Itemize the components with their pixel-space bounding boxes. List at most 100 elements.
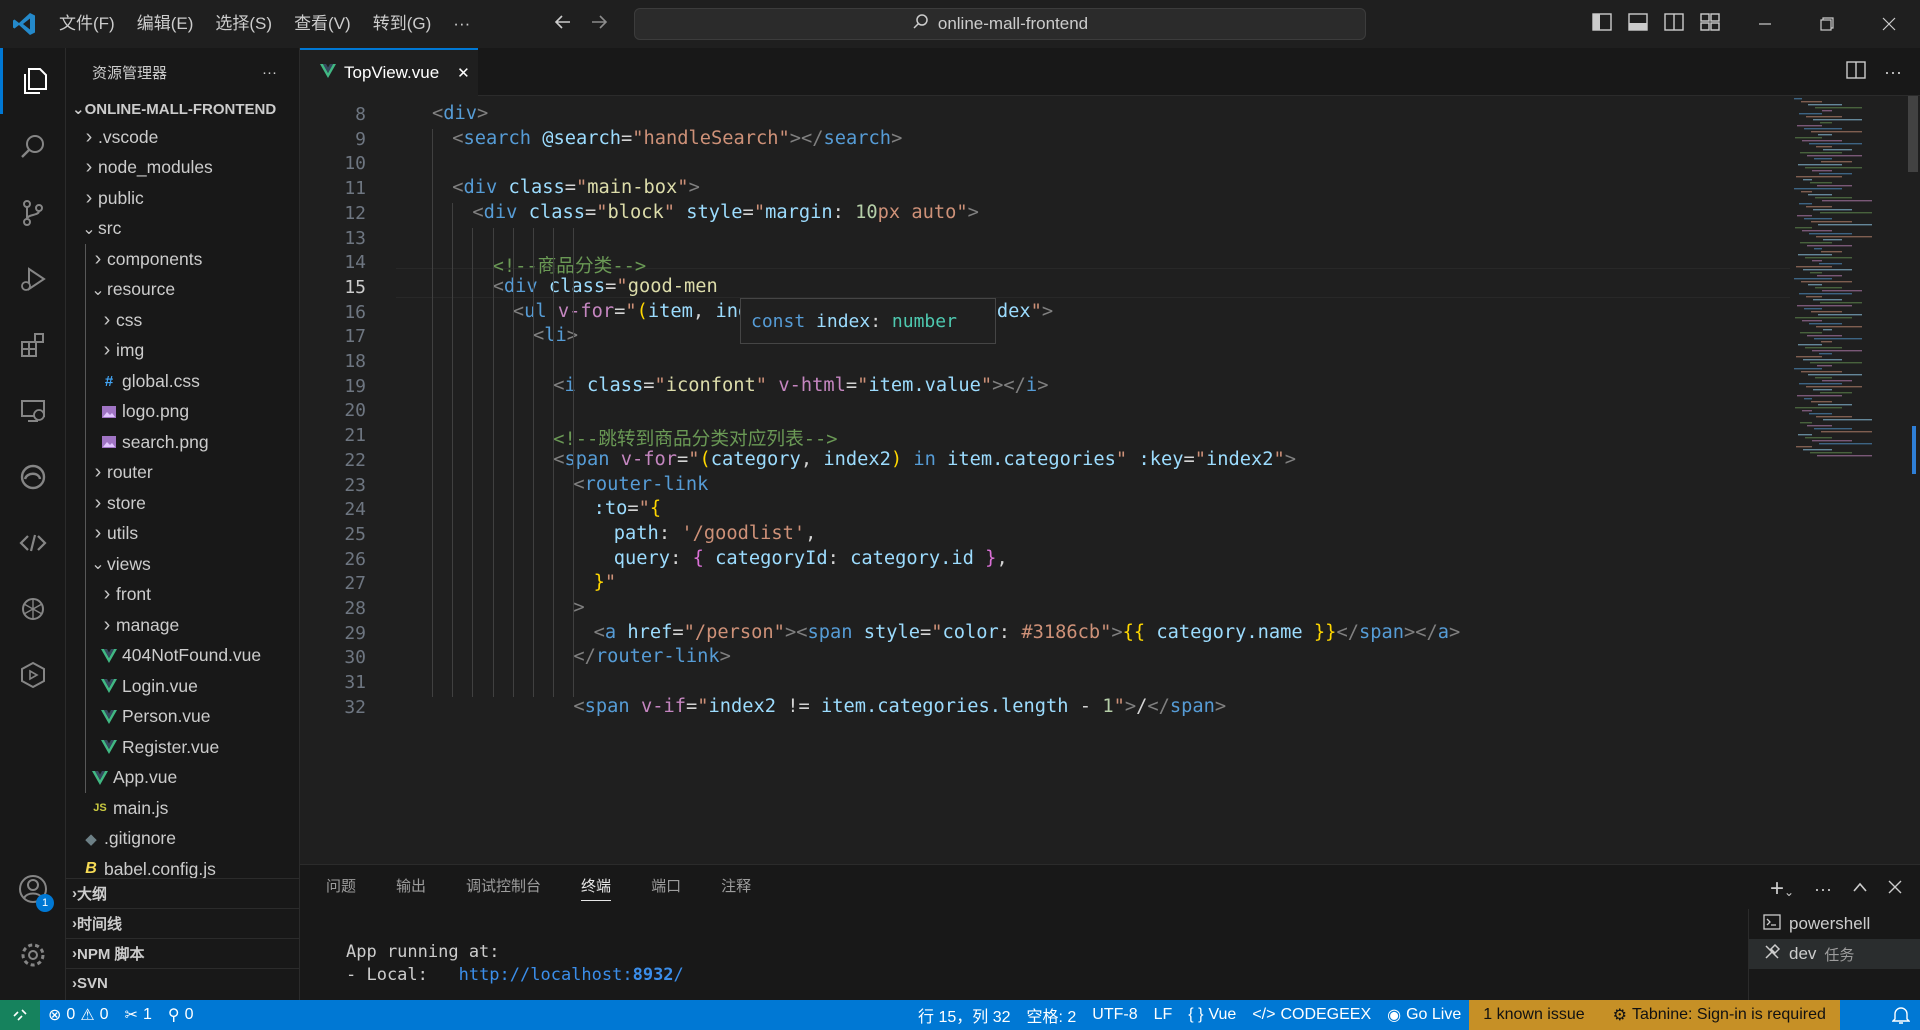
encoding[interactable]: UTF-8 [1084, 1000, 1145, 1030]
cursor-position[interactable]: 行 15，列 32 [910, 1000, 1019, 1030]
tree-item-front[interactable]: › front [66, 580, 299, 611]
menu-edit[interactable]: 编辑(E) [126, 0, 205, 48]
code-icon[interactable] [0, 510, 66, 576]
tree-item-store[interactable]: › store [66, 488, 299, 519]
command-center-search[interactable]: online-mall-frontend [634, 8, 1366, 40]
tab-ports[interactable]: 端口 [651, 875, 681, 896]
code-token: < [553, 448, 565, 470]
problems-indicator[interactable]: ⊗ 0 ⚠ 0 [40, 1000, 117, 1030]
tree-item-resource[interactable]: ⌄ resource [66, 275, 299, 306]
minimap-line [1810, 362, 1862, 364]
tree-item-login-vue[interactable]: Login.vue [66, 671, 299, 702]
tree-item-components[interactable]: › components [66, 244, 299, 275]
new-terminal-icon[interactable]: +⌄ [1770, 875, 1794, 903]
terminal-instance-dev[interactable]: dev 任务 [1749, 939, 1920, 969]
tab-debug-console[interactable]: 调试控制台 [466, 875, 541, 896]
editor-scrollbar[interactable] [1906, 96, 1920, 864]
svn-section[interactable]: › SVN [66, 968, 299, 998]
more-actions-icon[interactable]: ··· [1814, 879, 1832, 900]
indentation[interactable]: 空格: 2 [1019, 1000, 1085, 1030]
close-icon[interactable] [1858, 0, 1920, 48]
project-root[interactable]: ⌄ ONLINE-MALL-FRONTEND [66, 96, 299, 122]
terminal-url[interactable]: http://localhost: [459, 965, 633, 985]
search-icon[interactable] [0, 114, 66, 180]
terminal-instance-powershell[interactable]: powershell [1749, 909, 1920, 939]
tab-output[interactable]: 输出 [396, 875, 426, 896]
edge-devtools-icon[interactable] [0, 444, 66, 510]
end-of-line[interactable]: LF [1146, 1000, 1181, 1030]
more-actions-icon[interactable]: ··· [1884, 62, 1902, 83]
minimap[interactable] [1790, 96, 1890, 496]
tree-item-app-vue[interactable]: App.vue [66, 763, 299, 794]
tree-item-css[interactable]: › css [66, 305, 299, 336]
gear-icon[interactable] [0, 922, 66, 988]
code-token: / [1136, 695, 1148, 717]
tree-item-person-vue[interactable]: Person.vue [66, 702, 299, 733]
terminal-port[interactable]: 8932 [633, 965, 674, 985]
tab-terminal[interactable]: 终端 [581, 875, 612, 901]
tree-item-search-png[interactable]: search.png [66, 427, 299, 458]
tree-item-node-modules[interactable]: › node_modules [66, 153, 299, 184]
menu-go[interactable]: 转到(G) [362, 0, 443, 48]
tasks-indicator[interactable]: ✂ 1 [117, 1000, 160, 1030]
npm-scripts-section[interactable]: › NPM 脚本 [66, 938, 299, 968]
menu-more[interactable]: ··· [442, 0, 481, 48]
tab-problems[interactable]: 问题 [326, 875, 356, 896]
go-live-button[interactable]: ◉ Go Live [1379, 1000, 1469, 1030]
minimize-icon[interactable] [1734, 0, 1796, 48]
tree-item-gitignore[interactable]: ◆ .gitignore [66, 824, 299, 855]
remote-explorer-icon[interactable] [0, 378, 66, 444]
forward-arrow-icon[interactable] [588, 11, 610, 38]
explorer-icon[interactable] [0, 48, 66, 114]
menu-view[interactable]: 查看(V) [283, 0, 362, 48]
tree-item-img[interactable]: › img [66, 336, 299, 367]
outline-section[interactable]: › 大纲 [66, 878, 299, 908]
tree-item-views[interactable]: ⌄ views [66, 549, 299, 580]
timeline-section[interactable]: › 时间线 [66, 908, 299, 938]
tree-item-utils[interactable]: › utils [66, 519, 299, 550]
tree-item-logo-png[interactable]: logo.png [66, 397, 299, 428]
close-tab-icon[interactable]: ✕ [457, 64, 470, 82]
restore-icon[interactable] [1796, 0, 1858, 48]
tab-topview[interactable]: TopView.vue ✕ [300, 48, 478, 96]
language-mode[interactable]: { } Vue [1180, 1000, 1244, 1030]
split-editor-icon[interactable] [1846, 60, 1866, 84]
known-issue-indicator[interactable]: 1 known issue [1469, 1000, 1599, 1030]
extensions-icon[interactable] [0, 312, 66, 378]
terminal-url-suffix[interactable]: / [674, 965, 684, 985]
scrollbar-thumb[interactable] [1908, 96, 1918, 172]
toggle-secondary-sidebar-icon[interactable] [1664, 12, 1684, 36]
remote-indicator-icon[interactable] [0, 1000, 40, 1030]
run-and-debug-icon[interactable] [0, 246, 66, 312]
chatgpt-icon[interactable] [0, 576, 66, 642]
tree-item-register-vue[interactable]: Register.vue [66, 732, 299, 763]
menu-file[interactable]: 文件(F) [48, 0, 126, 48]
source-control-icon[interactable] [0, 180, 66, 246]
tree-item-vscode[interactable]: › .vscode [66, 122, 299, 153]
tree-item-manage[interactable]: › manage [66, 610, 299, 641]
ports-indicator[interactable]: ⚲ 0 [160, 1000, 202, 1030]
more-actions-icon[interactable]: ··· [262, 64, 277, 81]
menu-selection[interactable]: 选择(S) [204, 0, 283, 48]
cube-icon[interactable] [0, 642, 66, 708]
tree-item-public[interactable]: › public [66, 183, 299, 214]
back-arrow-icon[interactable] [552, 11, 574, 38]
toggle-panel-icon[interactable] [1628, 12, 1648, 36]
maximize-panel-icon[interactable] [1852, 880, 1868, 898]
tabnine-status[interactable]: ⚙ Tabnine: Sign-in is required [1598, 1000, 1840, 1030]
codegeex-status[interactable]: </> CODEGEEX [1244, 1000, 1379, 1030]
tab-comments[interactable]: 注释 [721, 875, 751, 896]
code-token: margin [765, 201, 833, 223]
customize-layout-icon[interactable] [1700, 12, 1720, 36]
close-panel-icon[interactable] [1888, 880, 1902, 899]
notifications-bell-icon[interactable] [1891, 1005, 1911, 1030]
tree-item-global-css[interactable]: # global.css [66, 366, 299, 397]
tree-item-main-js[interactable]: JS main.js [66, 793, 299, 824]
account-icon[interactable]: 1 [0, 856, 66, 922]
tree-item-src[interactable]: ⌄ src [66, 214, 299, 245]
toggle-primary-sidebar-icon[interactable] [1592, 12, 1612, 36]
tree-item-router[interactable]: › router [66, 458, 299, 489]
tree-item-404notfound-vue[interactable]: 404NotFound.vue [66, 641, 299, 672]
code-editor[interactable]: 8 <div> 9 <search @search="handleSearch"></… [300, 96, 1920, 864]
